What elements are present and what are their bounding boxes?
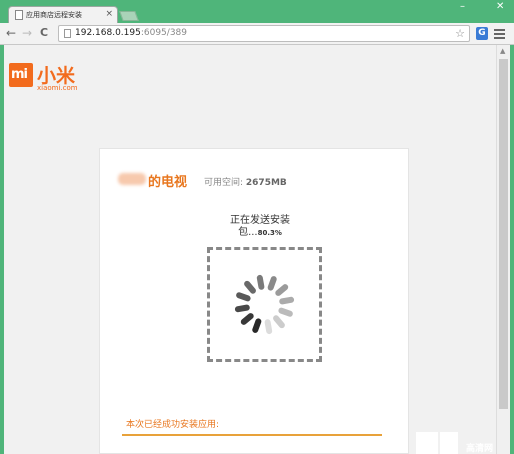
loading-spinner-icon (234, 274, 295, 335)
progress-percent: 80.3% (257, 229, 282, 237)
spinner-spoke (252, 318, 262, 333)
installed-apps-divider (122, 434, 382, 436)
close-window-icon[interactable]: ✕ (496, 1, 504, 13)
url-path: :6095/389 (140, 28, 187, 38)
space-label: 可用空间: (204, 178, 246, 188)
reload-icon[interactable]: C (40, 26, 48, 40)
status-line-2: 包... (238, 227, 258, 238)
new-tab-button[interactable] (119, 11, 139, 21)
spinner-spoke (275, 284, 289, 296)
xiaomi-logo-icon: mi (9, 63, 33, 87)
scrollbar-thumb[interactable] (499, 59, 508, 409)
bookmark-star-icon[interactable]: ☆ (455, 27, 465, 40)
device-name: 的电视 (148, 175, 188, 190)
browser-toolbar: ← → C 192.168.0.195:6095/389 ☆ G (0, 23, 514, 45)
url-host: 192.168.0.195 (75, 28, 141, 38)
page-info-icon[interactable] (64, 29, 71, 38)
spinner-spoke (244, 280, 256, 294)
vertical-scrollbar[interactable]: ▲ (496, 45, 510, 454)
spinner-spoke (234, 304, 250, 313)
menu-icon[interactable] (494, 29, 505, 41)
extension-icon[interactable]: G (476, 27, 488, 40)
spinner-spoke (236, 292, 251, 302)
scroll-up-icon[interactable]: ▲ (500, 47, 505, 55)
watermark-text: 高清网 (466, 444, 494, 454)
tab-title: 应用商店远程安装 (26, 11, 82, 19)
watermark-logo-d (440, 432, 458, 454)
tab-app-store-install[interactable]: 应用商店远程安装 × (8, 6, 118, 23)
installed-apps-label: 本次已经成功安装应用: (126, 420, 220, 430)
spinner-spoke (279, 296, 295, 305)
spinner-spoke (256, 274, 265, 290)
loading-spinner-box (207, 247, 322, 362)
spinner-spoke (240, 313, 254, 325)
tab-strip: 应用商店远程安装 × – ✕ (0, 0, 514, 23)
spinner-spoke (273, 315, 285, 329)
spinner-spoke (264, 319, 273, 335)
tab-close-icon[interactable]: × (105, 9, 113, 19)
back-icon[interactable]: ← (6, 26, 16, 40)
status-line-1: 正在发送安装 (230, 215, 290, 226)
redacted-device-owner (118, 173, 146, 185)
spinner-spoke (267, 276, 277, 291)
page-icon (15, 10, 23, 20)
browser-window: 应用商店远程安装 × – ✕ ← → C 192.168.0.195:6095/… (0, 0, 514, 454)
url-text: 192.168.0.195:6095/389 (75, 28, 187, 38)
minimize-icon[interactable]: – (460, 1, 465, 13)
brand-domain: xiaomi.com (37, 84, 78, 92)
install-card: 的电视 可用空间: 2675MB 正在发送安装 包...80.3% 本次已经成功… (99, 148, 409, 454)
install-status: 正在发送安装 包...80.3% (210, 215, 310, 239)
forward-icon[interactable]: → (22, 26, 32, 40)
logo-mark: mi (11, 67, 28, 82)
page-content: mi 小米 xiaomi.com 的电视 可用空间: 2675MB 正在发送安装… (4, 45, 496, 454)
watermark-logo-h (416, 432, 438, 454)
available-space: 可用空间: 2675MB (204, 175, 287, 188)
address-bar[interactable]: 192.168.0.195:6095/389 ☆ (58, 25, 470, 42)
spinner-spoke (278, 307, 293, 317)
space-value: 2675MB (245, 178, 287, 188)
